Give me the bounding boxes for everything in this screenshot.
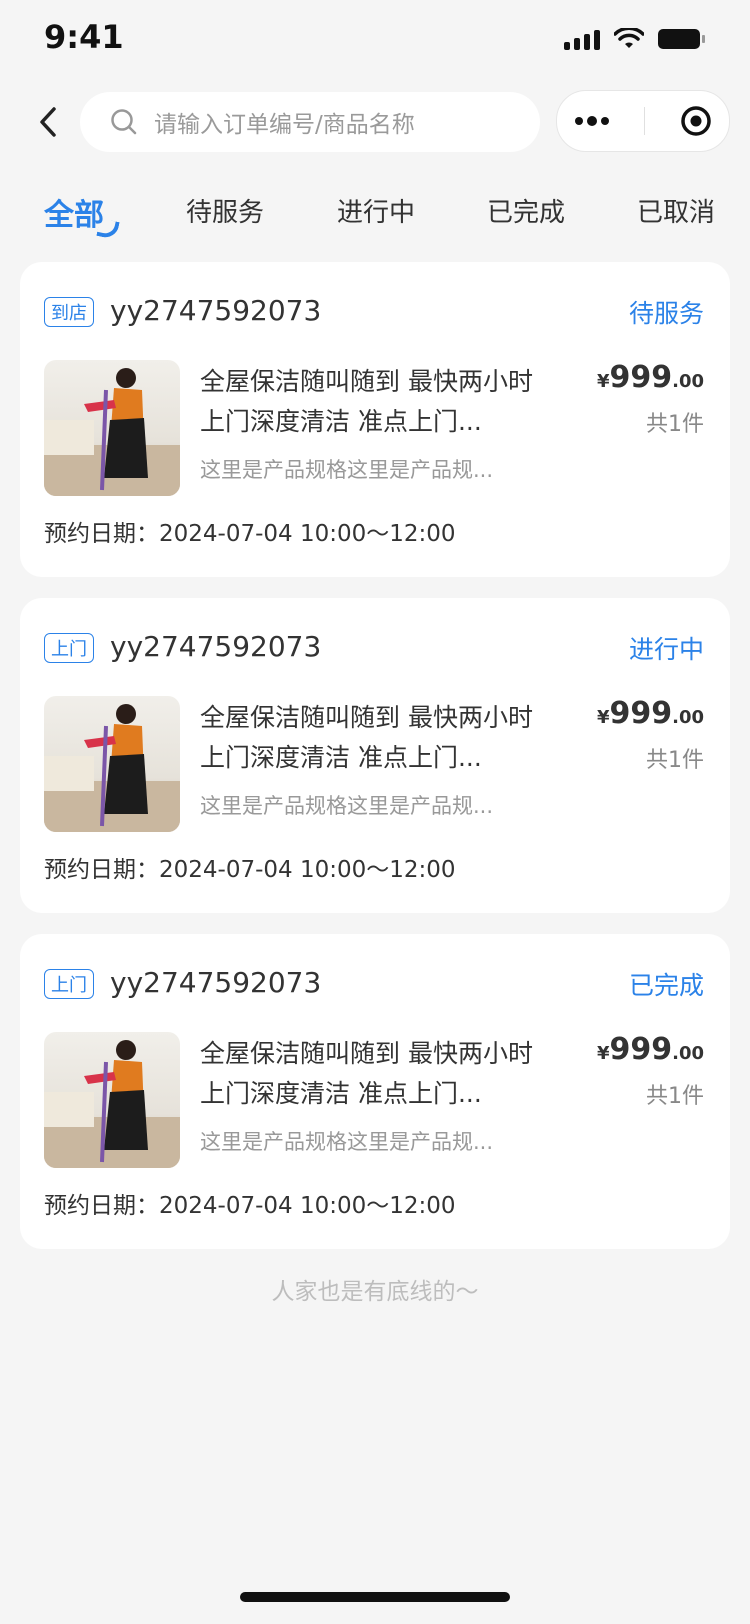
order-card[interactable]: 到店 yy2747592073 待服务 全屋保洁随叫随到 最快两小时上门深度清洁… bbox=[20, 262, 730, 577]
back-icon bbox=[40, 107, 56, 137]
item-quantity: 共1件 bbox=[646, 1084, 704, 1109]
product-thumbnail[interactable] bbox=[44, 360, 180, 496]
price-integer: 999 bbox=[609, 1032, 673, 1067]
product-price: ¥999.00 bbox=[597, 360, 704, 395]
target-icon[interactable] bbox=[680, 105, 712, 137]
product-title: 全屋保洁随叫随到 最快两小时上门深度清洁 准点上门... bbox=[200, 1039, 533, 1108]
tab-pending-service[interactable]: 待服务 bbox=[186, 192, 264, 229]
service-type-badge: 上门 bbox=[44, 969, 94, 999]
search-icon bbox=[111, 109, 137, 135]
search-placeholder: 请输入订单编号/商品名称 bbox=[154, 112, 415, 138]
tab-all[interactable]: 全部 bbox=[44, 190, 104, 234]
status-bar: 9:41 bbox=[0, 0, 750, 88]
order-status: 待服务 bbox=[628, 299, 704, 328]
wifi-icon bbox=[614, 28, 644, 48]
price-integer: 999 bbox=[609, 696, 673, 731]
tab-cancelled[interactable]: 已取消 bbox=[637, 192, 715, 229]
tab-in-progress[interactable]: 进行中 bbox=[337, 192, 415, 229]
mini-program-capsule bbox=[556, 90, 730, 152]
order-card[interactable]: 上门 yy2747592073 进行中 全屋保洁随叫随到 最快两小时上门深度清洁… bbox=[20, 598, 730, 913]
product-spec: 这里是产品规格这里是产品规... bbox=[200, 458, 494, 482]
order-number: yy2747592073 bbox=[110, 966, 322, 999]
service-type-badge: 上门 bbox=[44, 633, 94, 663]
price-decimal: .00 bbox=[672, 1043, 704, 1064]
search-bar[interactable]: 请输入订单编号/商品名称 bbox=[80, 92, 540, 152]
price-integer: 999 bbox=[609, 360, 673, 395]
cellular-signal-icon bbox=[564, 28, 600, 50]
product-price: ¥999.00 bbox=[597, 696, 704, 731]
home-indicator bbox=[240, 1592, 510, 1602]
tab-active-indicator bbox=[96, 218, 120, 240]
price-currency: ¥ bbox=[596, 1043, 610, 1064]
price-currency: ¥ bbox=[596, 707, 610, 728]
product-thumbnail[interactable] bbox=[44, 696, 180, 832]
appointment-date: 预约日期：2024-07-04 10:00～12:00 bbox=[44, 521, 456, 547]
battery-icon bbox=[658, 29, 705, 49]
order-number: yy2747592073 bbox=[110, 294, 322, 327]
product-price: ¥999.00 bbox=[597, 1032, 704, 1067]
end-of-list-tip: 人家也是有底线的～ bbox=[271, 1279, 479, 1305]
product-spec: 这里是产品规格这里是产品规... bbox=[200, 794, 494, 818]
price-decimal: .00 bbox=[672, 371, 704, 392]
header: 请输入订单编号/商品名称 bbox=[0, 90, 750, 154]
capsule-divider bbox=[644, 107, 646, 135]
appointment-date: 预约日期：2024-07-04 10:00～12:00 bbox=[44, 857, 456, 883]
item-quantity: 共1件 bbox=[646, 748, 704, 773]
price-currency: ¥ bbox=[596, 371, 610, 392]
order-number: yy2747592073 bbox=[110, 630, 322, 663]
order-status: 进行中 bbox=[628, 635, 704, 664]
tab-completed[interactable]: 已完成 bbox=[487, 192, 565, 229]
product-title: 全屋保洁随叫随到 最快两小时上门深度清洁 准点上门... bbox=[200, 703, 533, 772]
back-button[interactable] bbox=[28, 102, 68, 142]
appointment-date: 预约日期：2024-07-04 10:00～12:00 bbox=[44, 1193, 456, 1219]
price-decimal: .00 bbox=[672, 707, 704, 728]
product-spec: 这里是产品规格这里是产品规... bbox=[200, 1130, 494, 1154]
product-thumbnail[interactable] bbox=[44, 1032, 180, 1168]
product-title: 全屋保洁随叫随到 最快两小时上门深度清洁 准点上门... bbox=[200, 367, 533, 436]
status-time: 9:41 bbox=[44, 18, 124, 56]
order-tabs: 全部 待服务 进行中 已完成 已取消 bbox=[0, 180, 750, 252]
item-quantity: 共1件 bbox=[646, 412, 704, 437]
order-card[interactable]: 上门 yy2747592073 已完成 全屋保洁随叫随到 最快两小时上门深度清洁… bbox=[20, 934, 730, 1249]
order-status: 已完成 bbox=[628, 971, 704, 1000]
service-type-badge: 到店 bbox=[44, 297, 94, 327]
status-icons bbox=[564, 28, 705, 50]
more-icon[interactable] bbox=[574, 115, 610, 127]
